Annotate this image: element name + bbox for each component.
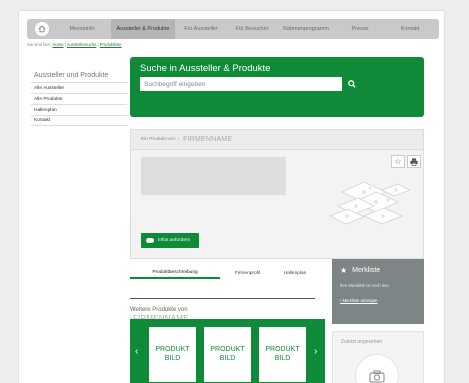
nav-item-aussteller-produkte[interactable]: Aussteller & Produkte xyxy=(111,19,175,39)
chat-icon xyxy=(146,238,154,243)
product-image-label: PRODUKT xyxy=(210,346,245,354)
breadcrumb-ausstellersuche[interactable]: Ausstellersuche xyxy=(67,42,97,47)
carousel-product-3[interactable]: PRODUKT BILD xyxy=(259,327,306,382)
merkliste-panel: ★ Merkliste Ihre Merkliste ist noch leer… xyxy=(332,259,424,324)
nav-item-presse[interactable]: Presse xyxy=(335,19,385,39)
nav-item-fuer-besucher[interactable]: Für Besucher xyxy=(227,19,277,39)
nav-item-rahmenprogramm[interactable]: Rahmenprogramm xyxy=(277,19,335,39)
merkliste-title: Merkliste xyxy=(352,267,381,274)
sidebar-title: Aussteller und Produkte xyxy=(34,72,109,79)
home-icon xyxy=(35,22,49,36)
request-info-label: Infos anfordern xyxy=(158,238,191,243)
product-owner-prefix: Ein Produkt von: › xyxy=(141,137,180,142)
product-card-header: Ein Produkt von: › FIRMENNAME xyxy=(131,130,423,150)
tab-produktbeschreibung[interactable]: Produktbeschreibung xyxy=(130,267,220,279)
request-info-button[interactable]: Infos anfordern xyxy=(141,233,199,248)
carousel-next-icon[interactable]: › xyxy=(314,346,317,357)
home-button[interactable] xyxy=(31,19,53,39)
product-image-label: PRODUKT xyxy=(265,346,300,354)
breadcrumb-prefix: Sie sind hier: xyxy=(27,42,52,47)
tab-content-divider xyxy=(130,298,315,299)
search-input[interactable] xyxy=(140,77,342,91)
merkliste-title-row: ★ Merkliste xyxy=(340,266,380,275)
page: Messeinfo Aussteller & Produkte Für Auss… xyxy=(18,10,445,383)
product-card: Ein Produkt von: › FIRMENNAME ☆ Infos an… xyxy=(130,129,424,259)
recently-viewed-panel: Zuletzt angesehen xyxy=(332,331,424,383)
breadcrumb-home[interactable]: Home xyxy=(52,42,63,47)
star-icon: ★ xyxy=(340,266,348,275)
search-panel: Suche in Aussteller & Produkte xyxy=(130,57,424,117)
merkliste-show-link[interactable]: › Merkliste anzeigen xyxy=(340,298,377,303)
merkliste-empty-text: Ihre Merkliste ist noch leer. xyxy=(340,283,390,288)
product-image-placeholder xyxy=(141,157,286,195)
tab-firmenprofil[interactable]: Firmenprofil xyxy=(220,267,275,279)
breadcrumb: Sie sind hier: Home | Ausstellersuche | … xyxy=(27,42,122,47)
sidebar-item-kontakt[interactable]: Kontakt xyxy=(31,115,127,126)
print-icon[interactable] xyxy=(407,155,421,168)
search-title: Suche in Aussteller & Produkte xyxy=(140,63,271,74)
product-image-label: BILD xyxy=(164,354,181,362)
carousel-product-2[interactable]: PRODUKT BILD xyxy=(204,327,251,382)
nav-item-messeinfo[interactable]: Messeinfo xyxy=(53,19,111,39)
hall-map-thumbnail[interactable] xyxy=(324,178,414,233)
nav-item-kontakt[interactable]: Kontakt xyxy=(385,19,435,39)
product-carousel: ‹ PRODUKT BILD PRODUKT BILD PRODUKT BILD › xyxy=(130,319,325,383)
recently-viewed-thumbnail[interactable] xyxy=(355,354,399,383)
sidebar-item-alle-produkte[interactable]: Alle Produkte xyxy=(31,93,127,104)
product-tabs: Produktbeschreibung Firmenprofil Hallenp… xyxy=(130,267,315,279)
tab-hallenplan[interactable]: Hallenplan xyxy=(275,267,315,279)
camera-icon xyxy=(369,370,385,382)
carousel-prev-icon[interactable]: ‹ xyxy=(135,346,138,357)
nav-item-fuer-aussteller[interactable]: Für Aussteller xyxy=(175,19,227,39)
product-image-label: PRODUKT xyxy=(155,346,190,354)
product-image-label: BILD xyxy=(274,354,291,362)
more-products-title: Weitere Produkte von xyxy=(130,307,188,313)
breadcrumb-produktliste[interactable]: Produktliste xyxy=(100,42,122,47)
company-name-link[interactable]: FIRMENNAME xyxy=(183,136,232,143)
star-icon[interactable]: ☆ xyxy=(391,155,405,168)
sidebar-menu: Alle Aussteller Alle Produkte Hallenplan… xyxy=(31,82,127,126)
product-image-label: BILD xyxy=(219,354,236,362)
carousel-product-1[interactable]: PRODUKT BILD xyxy=(149,327,196,382)
search-icon[interactable] xyxy=(345,77,359,91)
sidebar-item-hallenplan[interactable]: Hallenplan xyxy=(31,104,127,115)
recently-viewed-title: Zuletzt angesehen xyxy=(341,339,383,345)
main-nav: Messeinfo Aussteller & Produkte Für Auss… xyxy=(27,19,439,39)
sidebar-item-alle-aussteller[interactable]: Alle Aussteller xyxy=(31,82,127,93)
